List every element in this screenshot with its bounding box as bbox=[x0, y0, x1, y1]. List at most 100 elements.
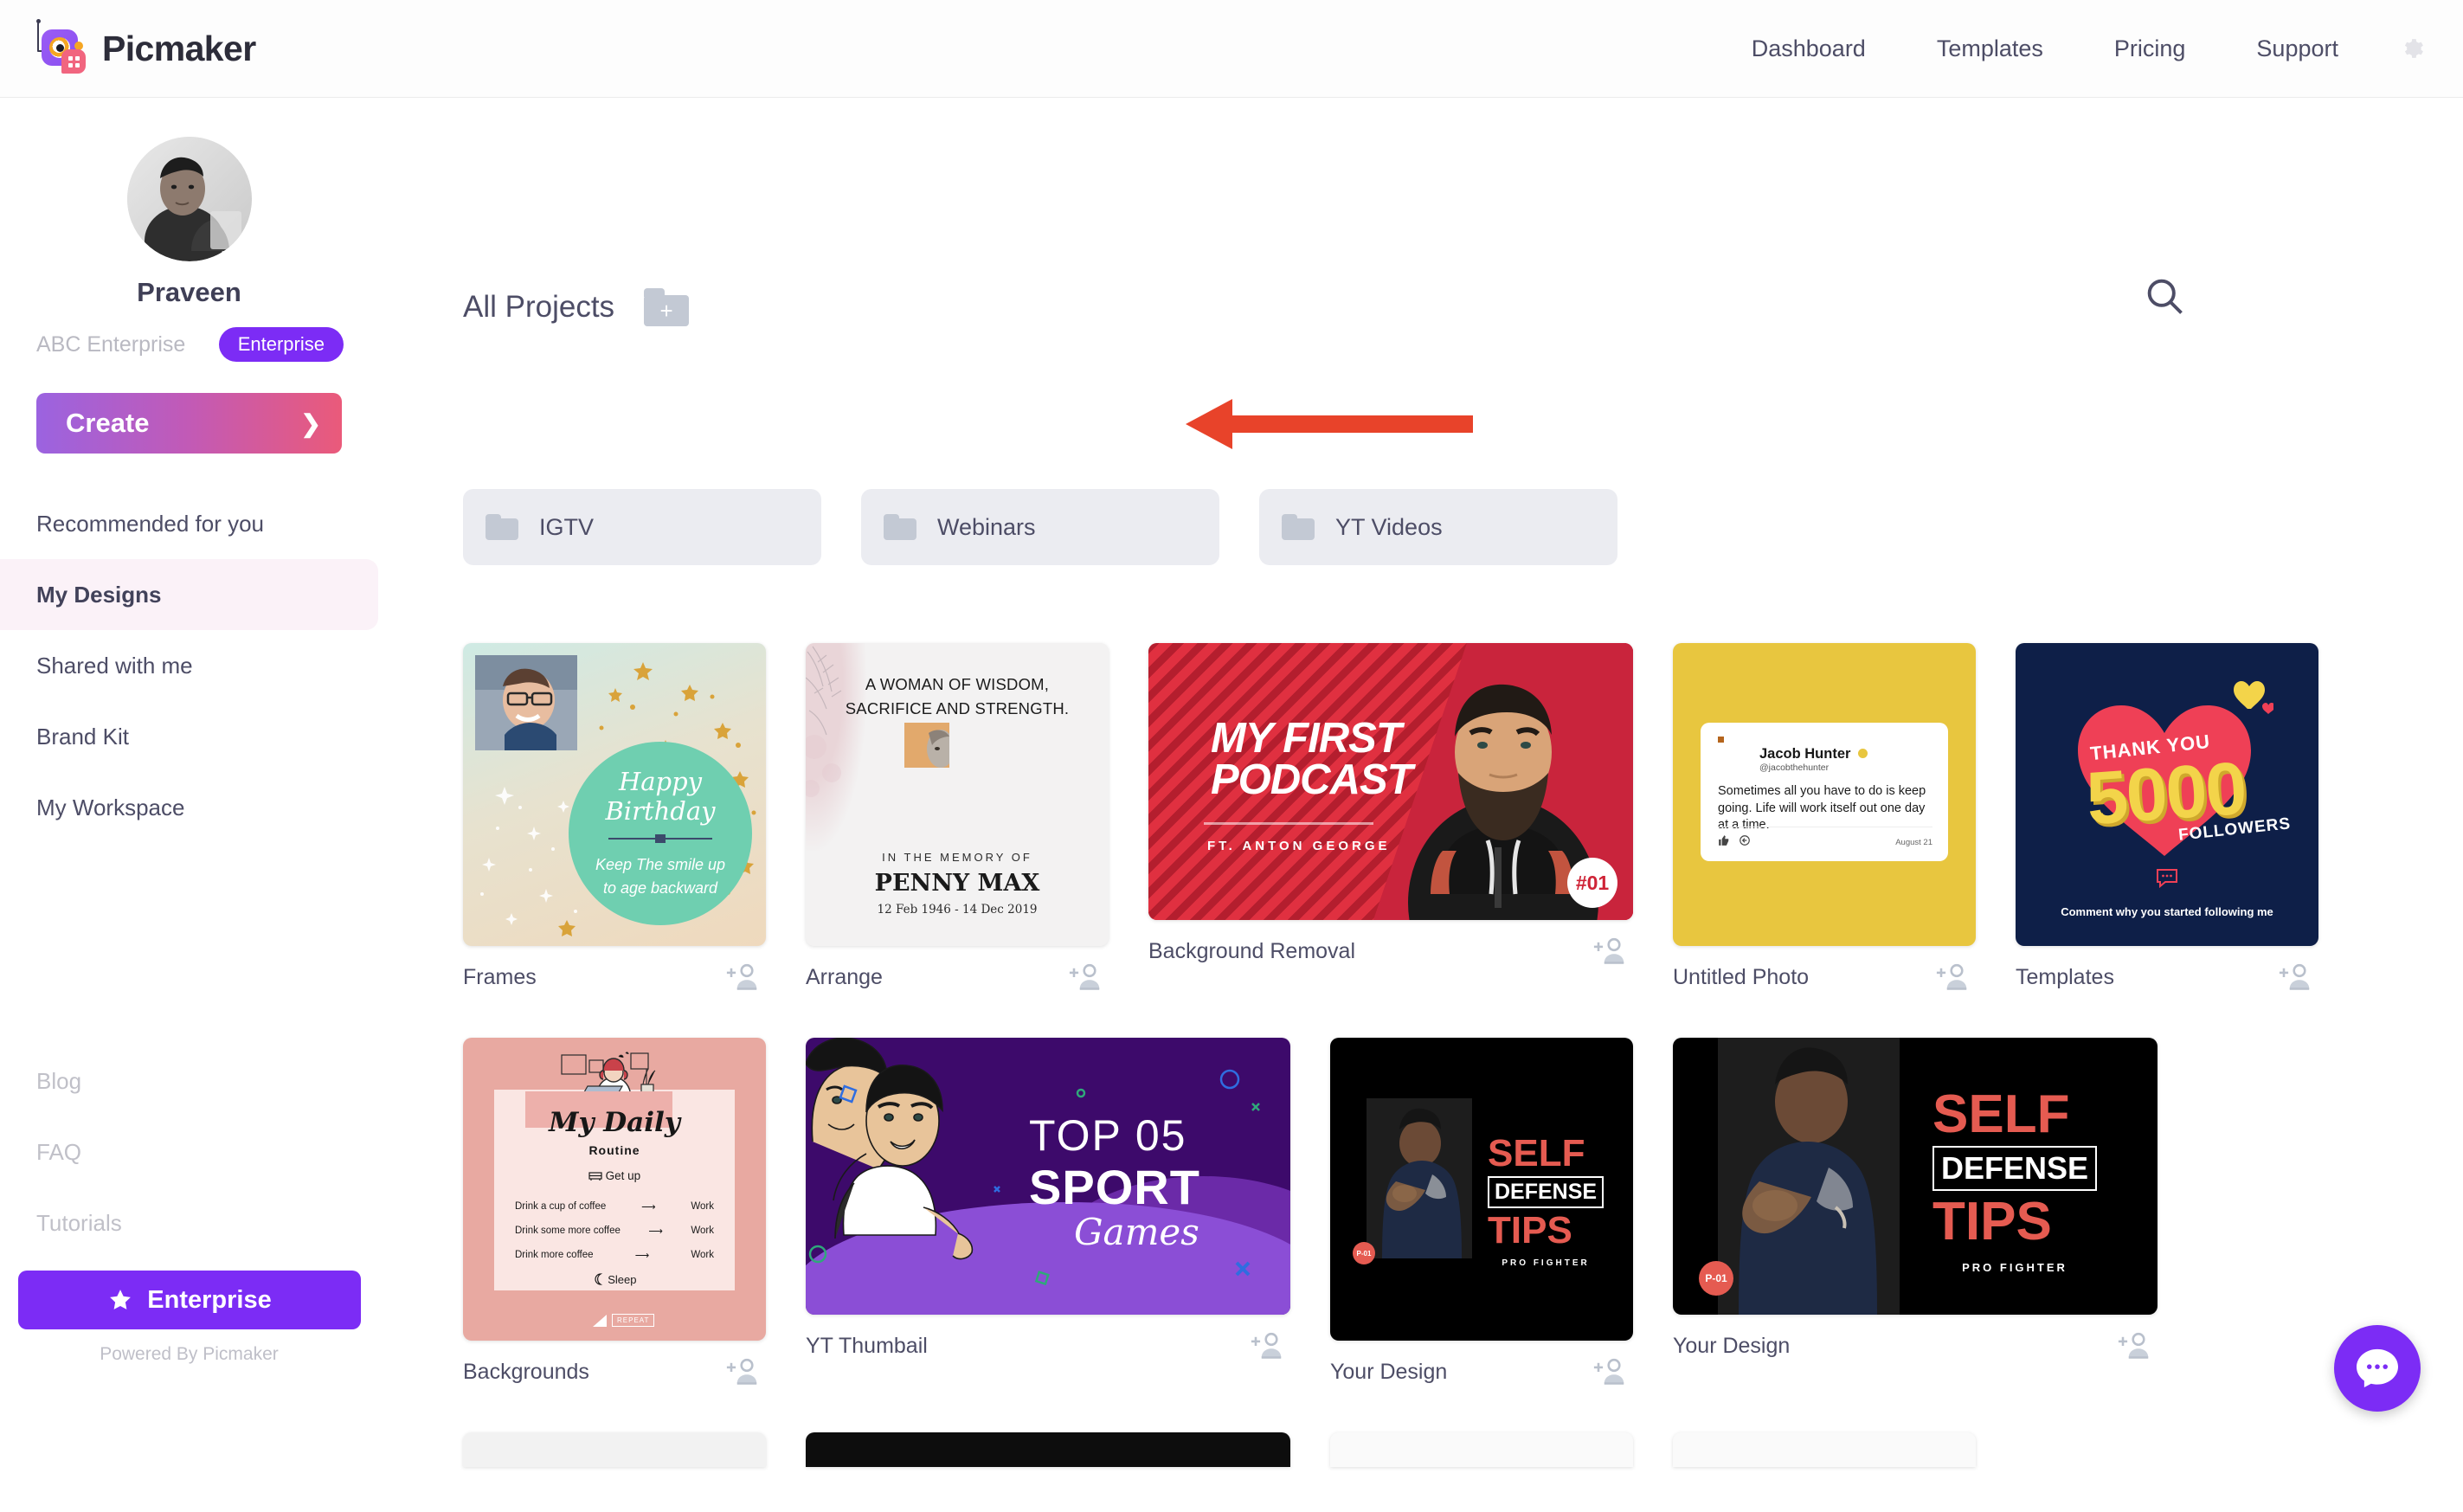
organization-row: ABC Enterprise Enterprise bbox=[36, 327, 344, 362]
gear-icon[interactable] bbox=[2397, 34, 2427, 63]
design-card-arrange[interactable]: A WOMAN OF WISDOM, SACRIFICE AND STRENGT… bbox=[806, 643, 1109, 993]
design-thumbnail-partial[interactable] bbox=[806, 1432, 1290, 1467]
add-person-icon[interactable] bbox=[1593, 936, 1630, 967]
design-card-untitled-photo[interactable]: Jacob Hunter @jacobthehunter Sometimes a… bbox=[1673, 643, 1976, 993]
memorial-floral-decor bbox=[806, 646, 842, 797]
design-card-title: Frames bbox=[463, 964, 537, 989]
design-thumbnail-partial[interactable] bbox=[1330, 1432, 1633, 1467]
design-card-frames[interactable]: Happy Birthday Keep The smile up to age … bbox=[463, 643, 766, 993]
footer-link-faq[interactable]: FAQ bbox=[0, 1116, 378, 1187]
chevron-right-icon: ❯ bbox=[300, 409, 321, 437]
arrow-right-icon: ⟶ bbox=[641, 1202, 656, 1213]
design-card-backgrounds[interactable]: My Daily Routine Get up Drink a cup of c… bbox=[463, 1038, 766, 1387]
tweet-card: Jacob Hunter @jacobthehunter Sometimes a… bbox=[1701, 723, 1948, 861]
sport-confetti-decor bbox=[808, 1069, 1260, 1286]
folder-icon bbox=[486, 514, 518, 540]
chat-bubble-icon[interactable] bbox=[2334, 1325, 2421, 1412]
birthday-line1: Keep The smile up bbox=[595, 856, 726, 873]
add-person-icon[interactable] bbox=[1251, 1330, 1287, 1361]
organization-name: ABC Enterprise bbox=[36, 331, 186, 357]
design-thumbnail-partial[interactable] bbox=[1673, 1432, 1976, 1467]
folder-chip-label: Webinars bbox=[937, 513, 1036, 540]
design-thumbnail[interactable]: THANK YOU 5000 FOLLOWERS Comment why you bbox=[2016, 643, 2318, 946]
left-sidebar: Praveen ABC Enterprise Enterprise Create… bbox=[0, 98, 378, 1364]
sidebar-item-brand-kit[interactable]: Brand Kit bbox=[0, 701, 378, 772]
nav-templates[interactable]: Templates bbox=[1937, 35, 2043, 62]
routine-first-step: Get up bbox=[463, 1169, 766, 1182]
add-person-icon[interactable] bbox=[2118, 1330, 2154, 1361]
design-card-title: Templates bbox=[2016, 964, 2114, 989]
design-thumbnail[interactable]: MY FIRST PODCAST FT. ANTON GEORGE #01 bbox=[1148, 643, 1633, 920]
folder-chip-webinars[interactable]: Webinars bbox=[861, 489, 1219, 565]
designs-row-1: Happy Birthday Keep The smile up to age … bbox=[463, 643, 2318, 993]
red-left-arrow-annotation bbox=[1179, 394, 1473, 459]
folder-chip-yt-videos[interactable]: YT Videos bbox=[1259, 489, 1617, 565]
arrow-right-icon: ⟶ bbox=[648, 1226, 663, 1237]
brand-logo-group[interactable]: Picmaker bbox=[33, 19, 256, 76]
design-thumbnail[interactable]: Happy Birthday Keep The smile up to age … bbox=[463, 643, 766, 946]
star-icon bbox=[110, 1290, 132, 1309]
design-thumbnail[interactable]: Jacob Hunter @jacobthehunter Sometimes a… bbox=[1673, 643, 1976, 946]
design-thumbnail[interactable]: My Daily Routine Get up Drink a cup of c… bbox=[463, 1038, 766, 1341]
selfdefense-line3: TIPS bbox=[1488, 1209, 1572, 1251]
design-card-templates[interactable]: THANK YOU 5000 FOLLOWERS Comment why you bbox=[2016, 643, 2318, 993]
create-button[interactable]: Create ❯ bbox=[36, 393, 342, 454]
sidebar-item-my-workspace[interactable]: My Workspace bbox=[0, 772, 378, 843]
enterprise-upgrade-button[interactable]: Enterprise bbox=[18, 1271, 361, 1329]
memorial-dates: 12 Feb 1946 - 14 Dec 2019 bbox=[877, 903, 1038, 917]
nav-dashboard[interactable]: Dashboard bbox=[1752, 35, 1866, 62]
add-person-icon[interactable] bbox=[1593, 1356, 1630, 1387]
nav-pricing[interactable]: Pricing bbox=[2114, 35, 2186, 62]
small-hearts-decor bbox=[2234, 681, 2273, 714]
design-card-background-removal[interactable]: MY FIRST PODCAST FT. ANTON GEORGE #01 Ba… bbox=[1148, 643, 1633, 967]
add-person-icon[interactable] bbox=[726, 962, 762, 993]
design-card-title: Untitled Photo bbox=[1673, 964, 1810, 989]
design-thumbnail-partial[interactable] bbox=[463, 1432, 766, 1467]
routine-last-step: Sleep bbox=[463, 1273, 766, 1286]
birthday-greeting: Happy Birthday bbox=[605, 767, 716, 826]
followers-caption: Comment why you started following me bbox=[2061, 905, 2273, 918]
add-person-icon[interactable] bbox=[1069, 962, 1105, 993]
fighter-badge: P-01 bbox=[1353, 1242, 1375, 1264]
sidebar-item-shared-with-me[interactable]: Shared with me bbox=[0, 630, 378, 701]
footer-link-tutorials[interactable]: Tutorials bbox=[0, 1187, 378, 1258]
add-person-icon[interactable] bbox=[1936, 962, 1972, 993]
add-person-icon[interactable] bbox=[2279, 962, 2315, 993]
design-card-title: Arrange bbox=[806, 964, 883, 989]
design-card-yt-thumbail[interactable]: TOP 05 SPORT Games YT Thumbail bbox=[806, 1038, 1290, 1361]
podcast-line1: MY FIRST bbox=[1211, 715, 1402, 762]
folder-chip-igtv[interactable]: IGTV bbox=[463, 489, 821, 565]
projects-header: All Projects + bbox=[463, 288, 690, 326]
bed-icon bbox=[588, 1172, 602, 1181]
picmaker-camera-logo-icon bbox=[33, 19, 88, 76]
design-card-title: Backgrounds bbox=[463, 1359, 589, 1384]
add-person-icon[interactable] bbox=[726, 1356, 762, 1387]
footer-link-blog[interactable]: Blog bbox=[0, 1046, 378, 1116]
search-icon[interactable] bbox=[2142, 273, 2187, 318]
comment-bubble-icon bbox=[2016, 867, 2318, 892]
verified-badge-icon bbox=[1858, 749, 1868, 758]
routine-step-task: Drink more coffee bbox=[515, 1250, 594, 1260]
sidebar-item-my-designs[interactable]: My Designs bbox=[0, 559, 378, 630]
routine-repeat-label: REPEAT bbox=[612, 1314, 655, 1327]
folder-plus-icon[interactable]: + bbox=[644, 288, 690, 326]
design-card-your-design-1[interactable]: P-01 SELF DEFENSE TIPS PRO FIGHTER Your … bbox=[1330, 1038, 1633, 1387]
nav-support[interactable]: Support bbox=[2256, 35, 2338, 62]
user-avatar-photo[interactable] bbox=[126, 137, 252, 261]
design-thumbnail[interactable]: P-01 SELF DEFENSE TIPS PRO FIGHTER bbox=[1673, 1038, 2158, 1315]
design-thumbnail[interactable]: TOP 05 SPORT Games bbox=[806, 1038, 1290, 1315]
sidebar-item-recommended[interactable]: Recommended for you bbox=[0, 488, 378, 559]
enterprise-button-label: Enterprise bbox=[147, 1285, 272, 1314]
design-card-your-design-2[interactable]: P-01 SELF DEFENSE TIPS PRO FIGHTER Your … bbox=[1673, 1038, 2158, 1361]
plan-badge[interactable]: Enterprise bbox=[218, 327, 344, 362]
sidebar-nav-list: Recommended for you My Designs Shared wi… bbox=[0, 488, 378, 843]
design-thumbnail[interactable]: A WOMAN OF WISDOM, SACRIFICE AND STRENGT… bbox=[806, 643, 1109, 946]
tweet-handle: @jacobthehunter bbox=[1759, 762, 1830, 773]
selfdefense-line1: SELF bbox=[1932, 1084, 2070, 1144]
powered-by-text: Powered By Picmaker bbox=[100, 1344, 279, 1364]
routine-last-label: Sleep bbox=[608, 1273, 637, 1286]
top-navigation-bar: Picmaker Dashboard Templates Pricing Sup… bbox=[0, 0, 2463, 98]
design-thumbnail[interactable]: P-01 SELF DEFENSE TIPS PRO FIGHTER bbox=[1330, 1038, 1633, 1341]
fighter-photo bbox=[1718, 1038, 1900, 1315]
tweet-date: August 21 bbox=[1895, 838, 1932, 847]
